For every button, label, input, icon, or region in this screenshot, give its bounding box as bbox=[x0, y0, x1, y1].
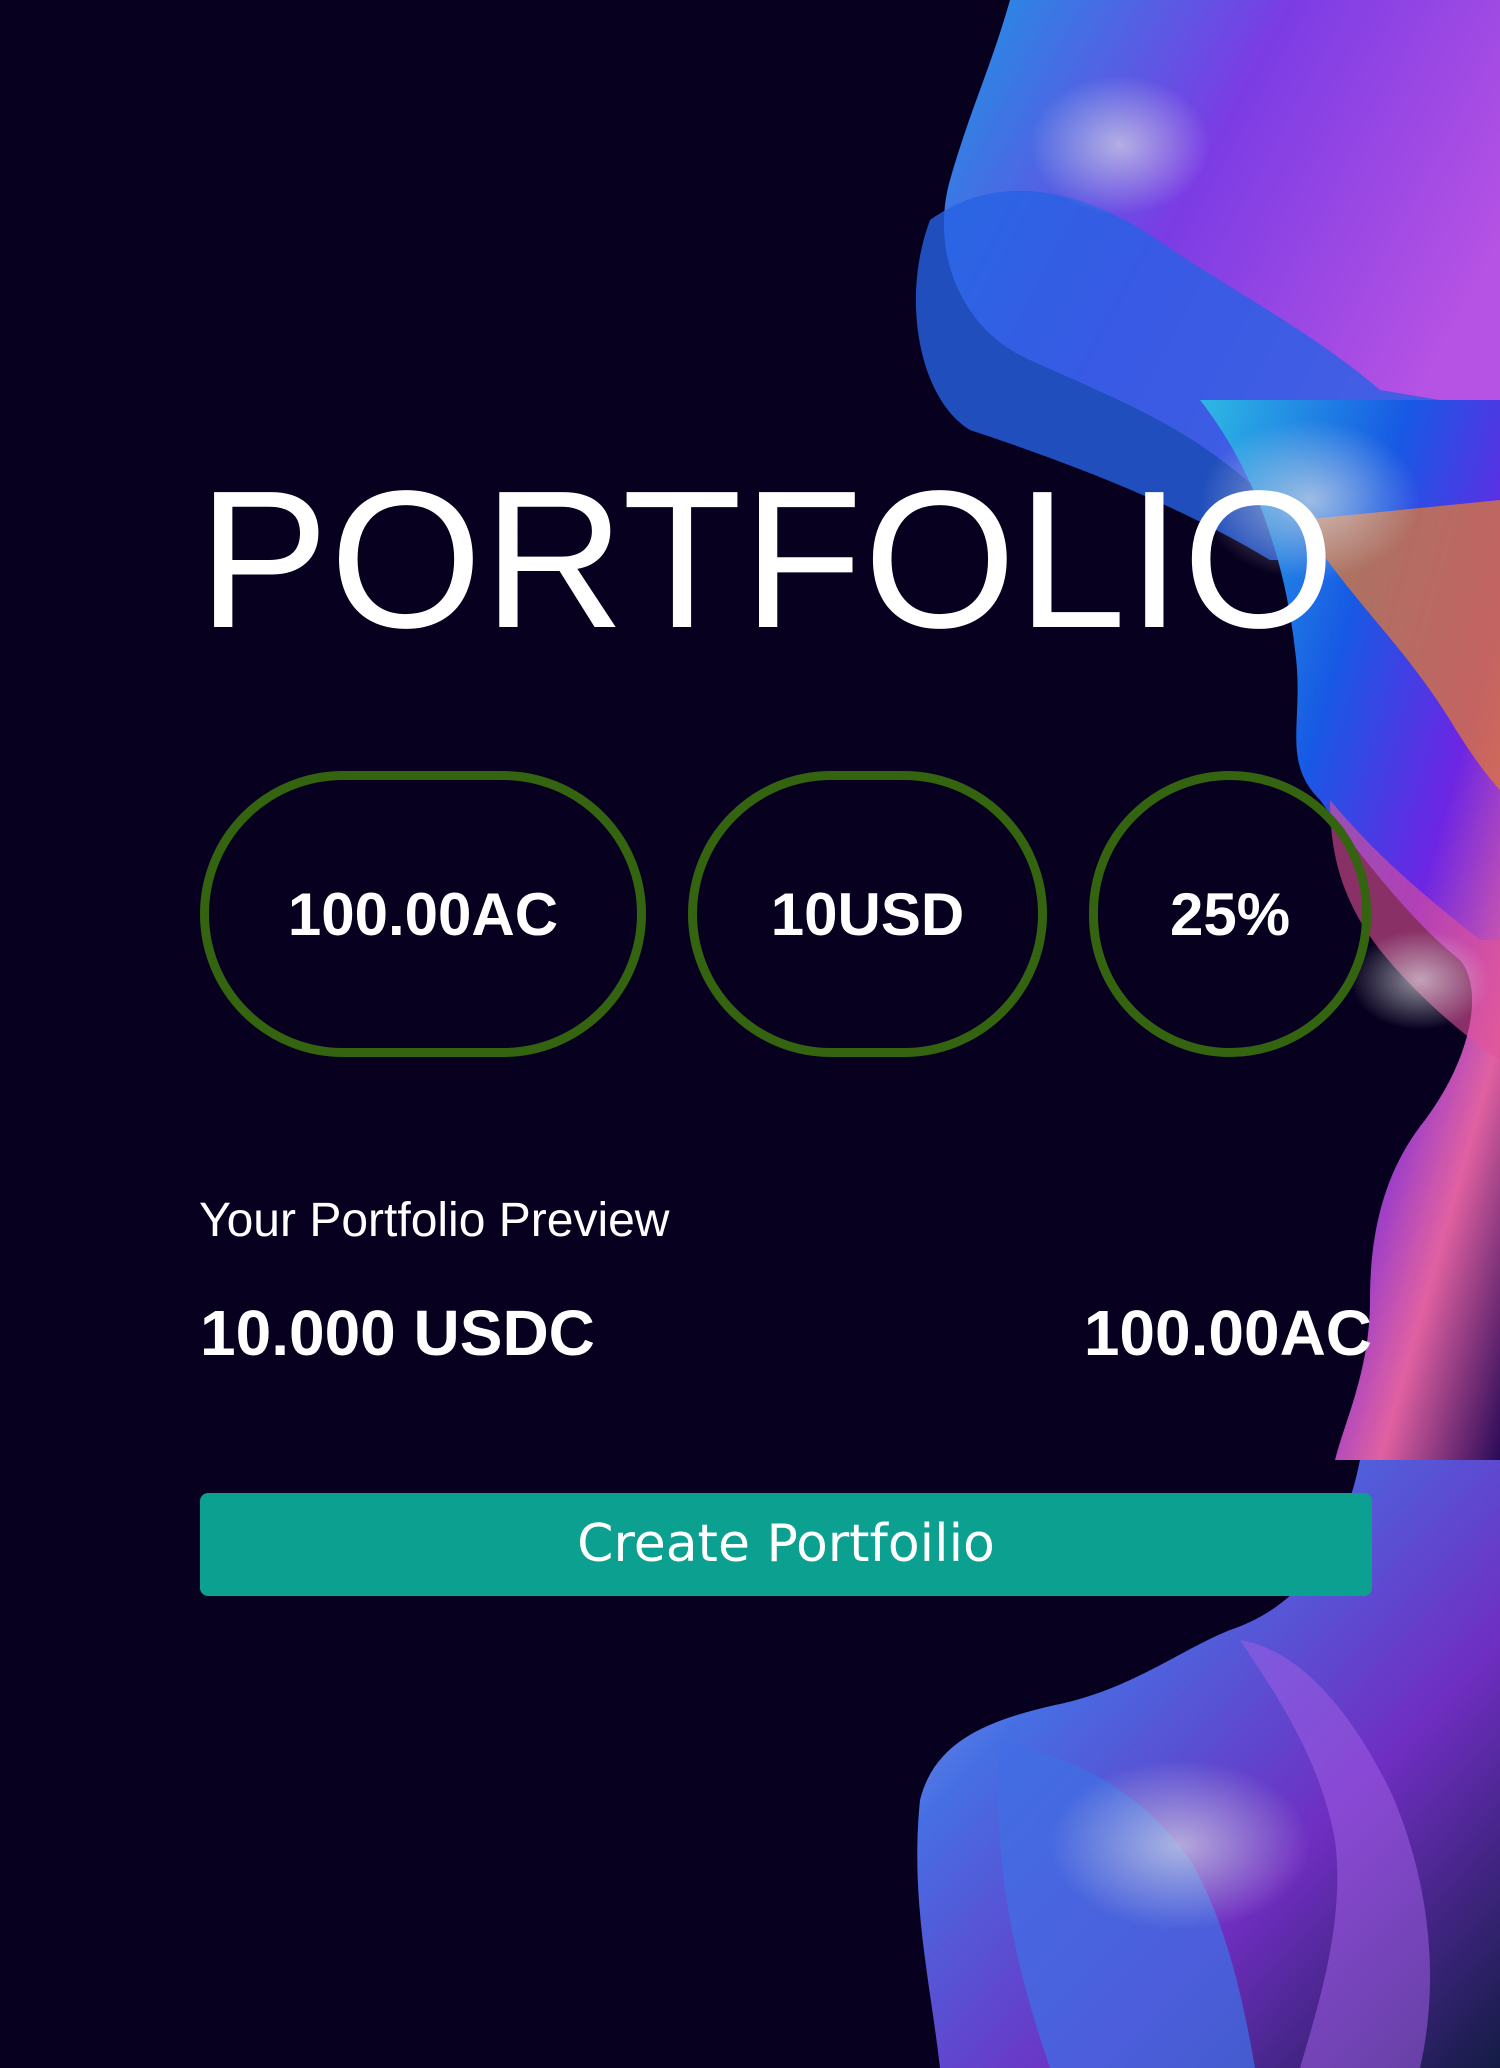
stat-pill-usd: 10USD bbox=[688, 771, 1047, 1057]
stat-pill-percent: 25% bbox=[1089, 771, 1371, 1057]
page-title: PORTFOLIO bbox=[198, 450, 1337, 669]
create-portfolio-button[interactable]: Create Portfoilio bbox=[200, 1493, 1372, 1596]
portfolio-content: PORTFOLIO 100.00AC 10USD 25% Your Portfo… bbox=[0, 0, 1500, 2068]
portfolio-preview-values: 10.000 USDC 100.00AC bbox=[200, 1296, 1372, 1370]
stat-pill-ac: 100.00AC bbox=[200, 771, 646, 1057]
portfolio-preview-label: Your Portfolio Preview bbox=[199, 1194, 670, 1247]
preview-usdc-value: 10.000 USDC bbox=[200, 1297, 595, 1369]
preview-ac-value: 100.00AC bbox=[1083, 1297, 1372, 1369]
